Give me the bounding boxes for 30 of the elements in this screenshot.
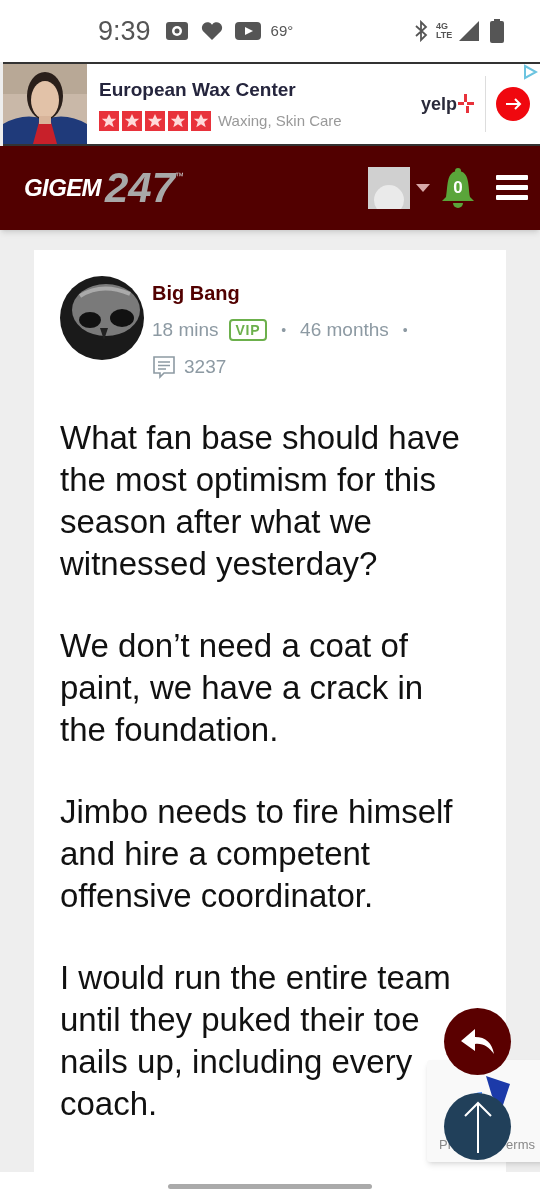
network-label: 4G LTE	[436, 22, 454, 40]
post-time: 18 mins	[152, 318, 219, 342]
post-paragraph: We don’t need a coat of paint, we have a crack in the foundation.	[60, 626, 425, 750]
heart-icon	[200, 21, 223, 41]
separator: •	[281, 320, 287, 340]
burst-icon	[457, 94, 475, 114]
ad-title: European Wax Center	[99, 77, 297, 102]
member-tenure: 46 months	[300, 318, 389, 342]
clock: 9:39	[98, 14, 151, 48]
ad-banner[interactable]: European Wax Center Waxing, Skin Care yelp	[3, 62, 540, 146]
battery-icon	[490, 19, 504, 43]
comment-icon	[152, 354, 176, 379]
radio-icon	[164, 21, 189, 41]
reply-icon	[460, 1028, 495, 1055]
signal-icon	[458, 20, 480, 42]
site-logo[interactable]: GIGEM247™	[24, 170, 185, 206]
video-icon	[234, 22, 261, 40]
caret-icon[interactable]	[416, 184, 430, 192]
author-name[interactable]: Big Bang	[152, 278, 412, 308]
menu-icon[interactable]	[496, 175, 528, 201]
post-paragraph: Jimbo needs to fire himself and hire a competent offensive coordinator.	[60, 792, 454, 916]
post-count: 3237	[184, 354, 227, 379]
temperature: 69°	[270, 20, 294, 41]
separator: •	[402, 320, 408, 340]
yelp-logo: yelp	[420, 92, 457, 116]
ad-category: Waxing, Skin Care	[218, 111, 342, 131]
bluetooth-icon	[414, 20, 428, 42]
vip-badge: VIP	[228, 319, 268, 342]
post-paragraph: What fan base should have the most optimism for this season after what we witnessed yesterday?	[60, 418, 460, 584]
arrow-up-icon	[462, 1100, 493, 1153]
